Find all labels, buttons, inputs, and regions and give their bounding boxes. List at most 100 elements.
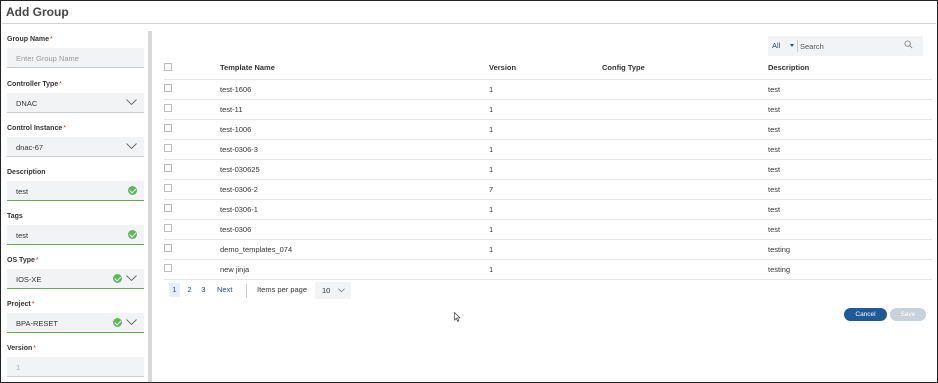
- row-checkbox-cell: [164, 259, 220, 280]
- row-checkbox[interactable]: [164, 224, 172, 232]
- column-header-description[interactable]: Description: [768, 57, 932, 80]
- field-select[interactable]: DNAC: [7, 93, 144, 113]
- scope-select[interactable]: All: [772, 41, 780, 50]
- next-page-link[interactable]: Next: [217, 283, 232, 297]
- table-row[interactable]: test-0306 1 test: [164, 219, 932, 240]
- page-link[interactable]: 3: [198, 283, 209, 297]
- table-row[interactable]: test-11 1 test: [164, 99, 932, 120]
- table-row[interactable]: test-1606 1 test: [164, 79, 932, 100]
- cell-template-name: new jinja: [220, 259, 489, 280]
- cell-config-type: [602, 259, 768, 280]
- field-label: Description: [7, 169, 46, 176]
- select-all-checkbox[interactable]: [164, 62, 172, 71]
- row-checkbox[interactable]: [164, 204, 172, 212]
- row-checkbox[interactable]: [164, 184, 172, 192]
- field-select[interactable]: BPA-RESET: [7, 313, 144, 333]
- cell-description: test: [768, 159, 932, 180]
- field-value: test: [16, 231, 29, 240]
- cell-description: testing: [768, 259, 932, 280]
- field-label: Controller Type*: [7, 81, 62, 88]
- field-value: Enter Group Name: [16, 54, 79, 63]
- cell-version: 1: [489, 119, 602, 140]
- chevron-down-icon: [126, 99, 137, 106]
- table-row[interactable]: test-1006 1 test: [164, 119, 932, 140]
- cell-description: test: [768, 99, 932, 120]
- cell-template-name: test-0306: [220, 219, 489, 240]
- search-icon[interactable]: [904, 40, 913, 49]
- row-checkbox[interactable]: [164, 144, 172, 152]
- valid-check-icon: [113, 318, 122, 327]
- cell-version: 1: [489, 159, 602, 180]
- table-header-row: Template Name Version Config Type Descri…: [164, 57, 932, 80]
- field-label-text: Version: [7, 345, 33, 352]
- search-input[interactable]: [800, 38, 900, 54]
- template-panel: All Template Name Version Config Type De…: [152, 31, 935, 382]
- valid-check-icon: [128, 186, 137, 195]
- row-checkbox[interactable]: [164, 244, 172, 252]
- row-checkbox-cell: [164, 179, 220, 200]
- cell-template-name: test-0306-2: [220, 179, 489, 200]
- field-label: Group Name*: [7, 36, 53, 43]
- group-form: Group Name* Enter Group Name Controller Ty…: [1, 24, 147, 382]
- items-per-page-select[interactable]: 10: [315, 282, 351, 299]
- valid-check-icon: [128, 230, 137, 239]
- cell-config-type: [602, 139, 768, 160]
- required-marker: *: [59, 81, 62, 88]
- cell-config-type: [602, 239, 768, 260]
- cell-version: 1: [489, 79, 602, 100]
- table-row[interactable]: test-0306-1 1 test: [164, 199, 932, 220]
- field-input[interactable]: Enter Group Name: [7, 48, 144, 68]
- field-input[interactable]: test: [7, 225, 144, 245]
- field-select[interactable]: dnac-67: [7, 137, 144, 157]
- field-input[interactable]: test: [7, 181, 144, 201]
- required-marker: *: [33, 345, 37, 352]
- field-value: dnac-67: [16, 143, 44, 152]
- valid-check-icon: [113, 274, 122, 283]
- pagination-divider: [246, 284, 247, 298]
- page-link[interactable]: 1: [169, 283, 180, 297]
- row-checkbox[interactable]: [164, 84, 172, 92]
- field-label: OS Type*: [7, 257, 39, 264]
- table-row[interactable]: demo_templates_074 1 testing: [164, 239, 932, 260]
- caret-down-icon[interactable]: [790, 44, 794, 47]
- table-row[interactable]: test-0306-3 1 test: [164, 139, 932, 160]
- cell-version: 1: [489, 259, 602, 280]
- cell-description: test: [768, 79, 932, 100]
- row-checkbox[interactable]: [164, 164, 172, 172]
- cell-config-type: [602, 79, 768, 100]
- cell-version: 1: [489, 199, 602, 220]
- table-row[interactable]: test-030625 1 test: [164, 159, 932, 180]
- cell-config-type: [602, 159, 768, 180]
- cancel-button[interactable]: Cancel: [844, 308, 887, 321]
- field-value: BPA-RESET: [16, 319, 58, 328]
- cell-template-name: test-1606: [220, 79, 489, 100]
- mouse-cursor-icon: [454, 312, 461, 322]
- column-header-version[interactable]: Version: [489, 57, 602, 80]
- field-value: DNAC: [16, 99, 38, 108]
- table-row[interactable]: new jinja 1 testing: [164, 259, 932, 280]
- row-checkbox-cell: [164, 79, 220, 100]
- column-header-config-type[interactable]: Config Type: [602, 57, 768, 80]
- cell-template-name: test-11: [220, 99, 489, 120]
- field-label: Control Instance*: [7, 125, 66, 132]
- required-marker: *: [31, 301, 35, 308]
- column-header-template-name[interactable]: Template Name: [220, 57, 489, 80]
- cell-description: test: [768, 179, 932, 200]
- field-label: Project*: [7, 301, 34, 308]
- row-checkbox[interactable]: [164, 104, 172, 112]
- save-button[interactable]: Save: [890, 308, 926, 321]
- field-select[interactable]: IOS-XE: [7, 269, 144, 289]
- row-checkbox[interactable]: [164, 124, 172, 132]
- page-link[interactable]: 2: [184, 283, 195, 297]
- row-checkbox-cell: [164, 219, 220, 240]
- field-value: IOS-XE: [16, 275, 42, 284]
- cell-description: test: [768, 119, 932, 140]
- cell-version: 1: [489, 99, 602, 120]
- table-row[interactable]: test-0306-2 7 test: [164, 179, 932, 200]
- cell-template-name: test-1006: [220, 119, 489, 140]
- table-body: test-1606 1 test test-11 1 test test-1006 1 test…: [164, 79, 932, 280]
- field-input: 1: [7, 357, 144, 377]
- row-checkbox[interactable]: [164, 264, 172, 272]
- cell-description: testing: [768, 239, 932, 260]
- cell-version: 1: [489, 139, 602, 160]
